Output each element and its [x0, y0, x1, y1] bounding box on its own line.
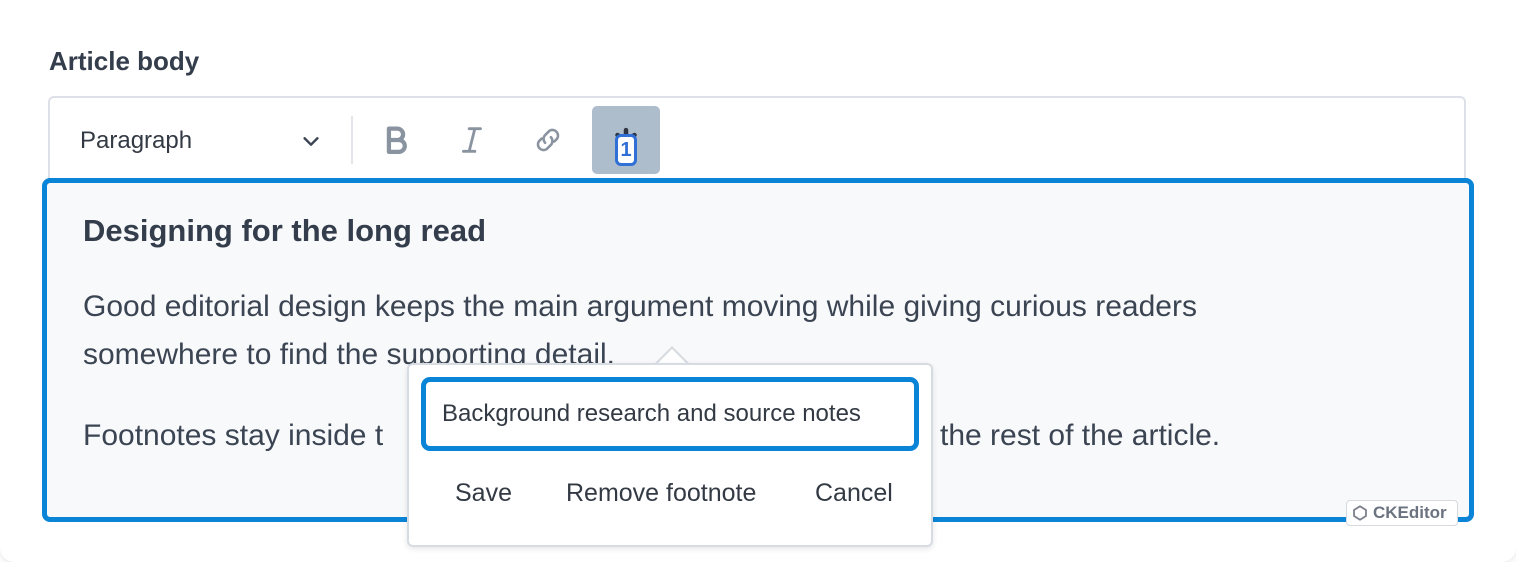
save-button[interactable]: Save — [447, 475, 520, 512]
bold-button[interactable] — [362, 106, 430, 174]
footnote-text-input[interactable] — [421, 377, 919, 451]
link-icon — [536, 128, 560, 152]
link-button[interactable] — [514, 106, 582, 174]
italic-icon — [462, 127, 482, 153]
document-heading: Designing for the long read — [83, 213, 487, 248]
toolbar-divider — [351, 116, 353, 164]
field-label: Article body — [49, 46, 200, 76]
paragraph-2-start: Footnotes stay inside t — [83, 419, 384, 452]
powered-by-badge[interactable]: CKEditor — [1346, 500, 1458, 526]
bold-icon — [386, 126, 407, 155]
heading-dropdown-value: Paragraph — [80, 127, 193, 154]
remove-footnote-button[interactable]: Remove footnote — [558, 475, 764, 512]
footnote-marker[interactable]: 1 — [615, 134, 637, 166]
powered-by-label: CKEditor — [1373, 503, 1447, 522]
cancel-button[interactable]: Cancel — [807, 475, 901, 512]
heading-dropdown[interactable]: Paragraph — [64, 110, 338, 172]
paragraph-2-end: the rest of the article. — [940, 419, 1221, 452]
footnote-balloon: Save Remove footnote Cancel — [407, 363, 933, 547]
italic-button[interactable] — [438, 106, 506, 174]
chevron-down-icon — [303, 137, 319, 146]
article-body-field: Article body Paragraph Designing for the… — [0, 0, 1516, 562]
editor-toolbar: Paragraph — [48, 96, 1466, 182]
paragraph-1-line-1: Good editorial design keeps the main arg… — [83, 290, 1197, 323]
ckeditor-logo-icon — [1353, 505, 1367, 521]
